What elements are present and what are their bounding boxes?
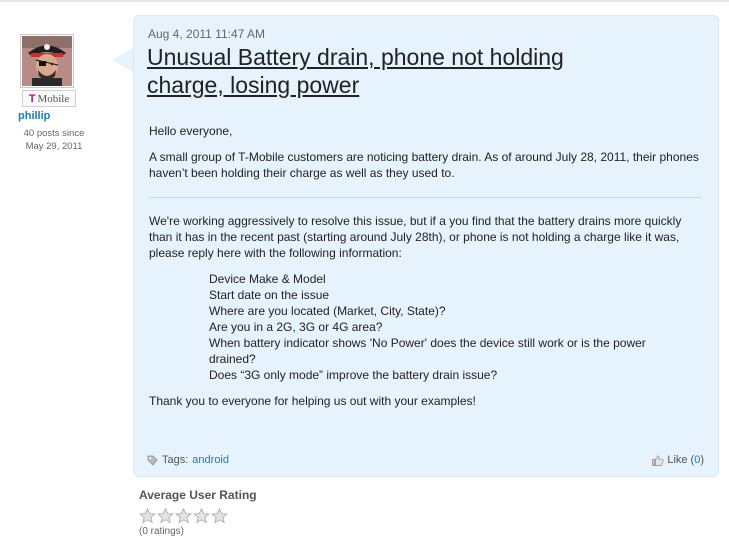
request-list: Device Make & Model Start date on the is… bbox=[209, 271, 679, 383]
post-date: Aug 4, 2011 11:47 AM bbox=[148, 27, 265, 41]
post-intro: A small group of T-Mobile customers are … bbox=[149, 150, 699, 180]
tag-android-link[interactable]: android bbox=[192, 454, 229, 466]
star-icon[interactable] bbox=[193, 508, 210, 524]
like-button[interactable]: Like (0) bbox=[652, 454, 704, 466]
thumbs-up-icon bbox=[652, 454, 664, 466]
post-title-link[interactable]: Unusual Battery drain, phone not holding… bbox=[147, 43, 617, 99]
author-meta: 40 posts since May 29, 2011 bbox=[14, 127, 94, 153]
author-name-link[interactable]: phillip bbox=[18, 110, 50, 122]
like-label: Like bbox=[667, 454, 688, 466]
star-rating[interactable] bbox=[139, 508, 228, 524]
star-icon[interactable] bbox=[139, 508, 156, 524]
author-since-date: May 29, 2011 bbox=[25, 141, 83, 152]
star-icon[interactable] bbox=[157, 508, 174, 524]
like-close-paren: ) bbox=[700, 454, 704, 466]
tags-label: Tags: bbox=[162, 454, 189, 466]
avatar[interactable] bbox=[20, 34, 74, 88]
rating-count: (0 ratings) bbox=[139, 526, 185, 537]
tag-icon bbox=[147, 455, 158, 466]
pirate-avatar-icon bbox=[22, 36, 72, 86]
post-greeting: Hello everyone, bbox=[149, 124, 233, 138]
author-post-count: 40 posts since bbox=[23, 128, 85, 139]
request-item: When battery indicator shows 'No Power' … bbox=[209, 336, 646, 366]
request-item: Where are you located (Market, City, Sta… bbox=[209, 304, 446, 318]
carrier-logo: T bbox=[28, 92, 36, 105]
request-item: Are you in a 2G, 3G or 4G area? bbox=[209, 320, 383, 334]
request-item: Start date on the issue bbox=[209, 288, 330, 302]
bubble-pointer bbox=[112, 48, 133, 72]
request-item: Device Make & Model bbox=[209, 272, 326, 286]
post-thanks: Thank you to everyone for helping us out… bbox=[149, 394, 476, 408]
carrier-badge: T Mobile bbox=[22, 90, 76, 107]
like-count-wrap: (0) bbox=[691, 454, 704, 466]
tags-row: Tags: android bbox=[147, 454, 229, 466]
rating-heading: Average User Rating bbox=[139, 488, 257, 502]
body-divider bbox=[149, 197, 702, 198]
request-item: Does “3G only mode” improve the battery … bbox=[209, 368, 498, 382]
star-icon[interactable] bbox=[175, 508, 192, 524]
post-bubble: Aug 4, 2011 11:47 AM Unusual Battery dra… bbox=[133, 15, 719, 477]
star-icon[interactable] bbox=[211, 508, 228, 524]
post-working: We're working aggressively to resolve th… bbox=[149, 214, 682, 260]
top-divider bbox=[0, 0, 729, 2]
carrier-name: Mobile bbox=[37, 92, 70, 105]
